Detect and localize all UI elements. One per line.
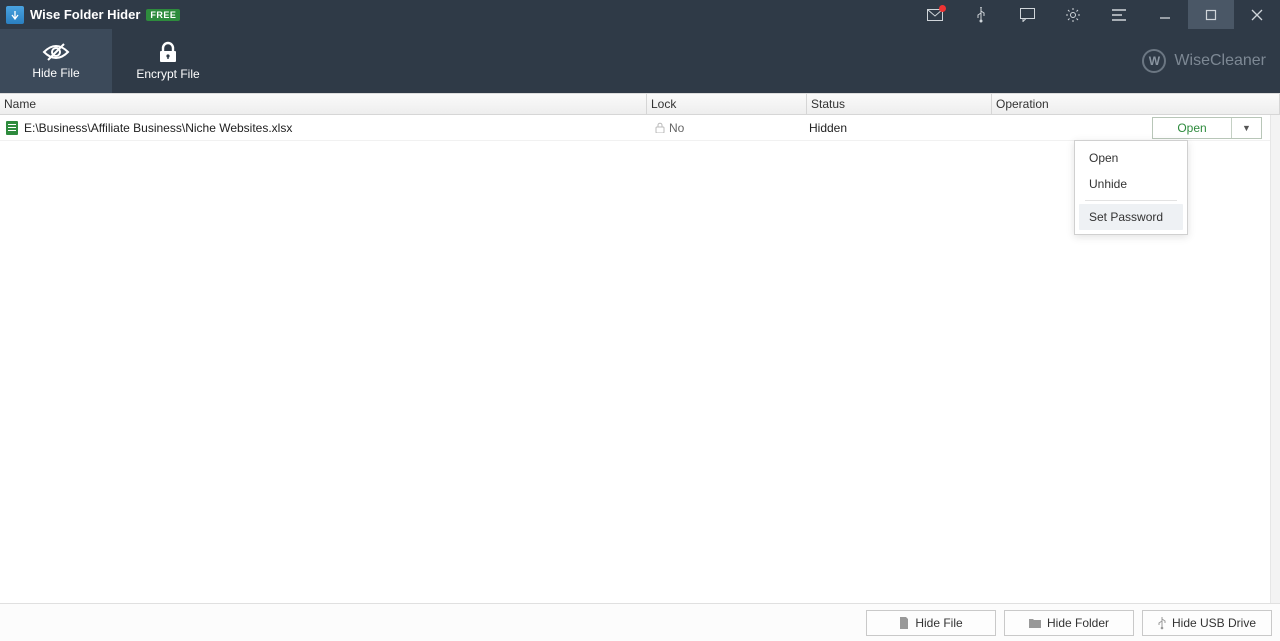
status-value: Hidden — [809, 121, 847, 135]
main-toolbar: Hide File Encrypt File W WiseCleaner — [0, 29, 1280, 93]
operation-dropdown: Open Unhide Set Password — [1074, 140, 1188, 235]
file-path: E:\Business\Affiliate Business\Niche Web… — [24, 121, 292, 135]
dropdown-separator — [1085, 200, 1177, 201]
vertical-scrollbar[interactable] — [1270, 115, 1280, 603]
dropdown-set-password[interactable]: Set Password — [1079, 204, 1183, 230]
col-lock[interactable]: Lock — [647, 94, 807, 114]
cell-status: Hidden — [807, 121, 992, 135]
col-name[interactable]: Name — [0, 94, 647, 114]
table-row[interactable]: E:\Business\Affiliate Business\Niche Web… — [0, 115, 1280, 141]
footer-bar: Hide File Hide Folder Hide USB Drive — [0, 603, 1280, 641]
lock-icon — [157, 41, 179, 63]
menu-list-icon[interactable] — [1096, 0, 1142, 29]
minimize-button[interactable] — [1142, 0, 1188, 29]
tab-encrypt-file[interactable]: Encrypt File — [112, 29, 224, 93]
settings-icon[interactable] — [1050, 0, 1096, 29]
eye-slash-icon — [42, 42, 70, 62]
maximize-button[interactable] — [1188, 0, 1234, 29]
lock-value: No — [669, 121, 684, 135]
footer-hide-folder-label: Hide Folder — [1047, 616, 1109, 630]
file-icon — [899, 617, 909, 629]
brand-circle-icon: W — [1142, 49, 1166, 73]
tab-hide-file[interactable]: Hide File — [0, 29, 112, 93]
mail-icon[interactable] — [912, 0, 958, 29]
open-dropdown-caret[interactable]: ▼ — [1231, 118, 1261, 138]
excel-file-icon — [6, 121, 18, 135]
cell-operation: Open ▼ — [992, 117, 1280, 139]
cell-lock: No — [647, 121, 807, 135]
col-operation[interactable]: Operation — [992, 94, 1280, 114]
app-title: Wise Folder Hider — [30, 7, 140, 22]
close-button[interactable] — [1234, 0, 1280, 29]
footer-hide-folder-button[interactable]: Hide Folder — [1004, 610, 1134, 636]
tab-hide-file-label: Hide File — [32, 66, 79, 80]
usb-small-icon — [1158, 616, 1166, 630]
file-list: E:\Business\Affiliate Business\Niche Web… — [0, 115, 1280, 603]
titlebar: Wise Folder Hider FREE — [0, 0, 1280, 29]
footer-hide-file-button[interactable]: Hide File — [866, 610, 996, 636]
column-headers: Name Lock Status Operation — [0, 93, 1280, 115]
dropdown-open[interactable]: Open — [1079, 145, 1183, 171]
feedback-icon[interactable] — [1004, 0, 1050, 29]
open-button[interactable]: Open — [1153, 118, 1231, 138]
usb-icon[interactable] — [958, 0, 1004, 29]
brand-text: WiseCleaner — [1174, 52, 1266, 70]
footer-hide-file-label: Hide File — [915, 616, 962, 630]
free-badge: FREE — [146, 9, 180, 21]
cell-name: E:\Business\Affiliate Business\Niche Web… — [0, 121, 647, 135]
small-lock-icon — [655, 122, 665, 133]
app-icon — [6, 6, 24, 24]
footer-hide-usb-button[interactable]: Hide USB Drive — [1142, 610, 1272, 636]
tab-encrypt-file-label: Encrypt File — [136, 67, 199, 81]
folder-icon — [1029, 618, 1041, 628]
col-status[interactable]: Status — [807, 94, 992, 114]
notification-dot — [939, 5, 946, 12]
brand-logo[interactable]: W WiseCleaner — [1142, 29, 1266, 93]
dropdown-unhide[interactable]: Unhide — [1079, 171, 1183, 197]
footer-hide-usb-label: Hide USB Drive — [1172, 616, 1256, 630]
open-split-button[interactable]: Open ▼ — [1152, 117, 1262, 139]
